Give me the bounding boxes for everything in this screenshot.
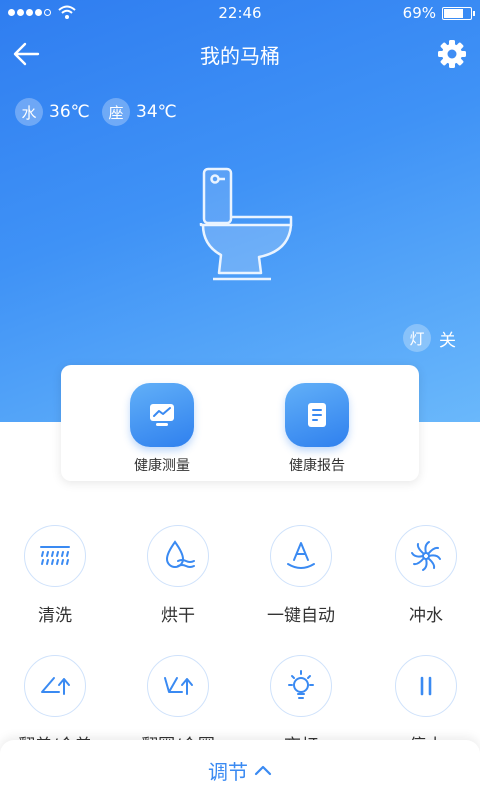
seat-ring-icon: [147, 655, 209, 717]
battery-icon: [442, 7, 475, 20]
light-state: 关: [439, 330, 456, 351]
seat-temp-badge: 座: [102, 98, 130, 126]
dry-icon: [147, 525, 209, 587]
wash-button[interactable]: 清洗: [5, 525, 105, 626]
dry-label: 烘干: [161, 606, 195, 626]
wash-label: 清洗: [38, 606, 72, 626]
shower-icon: [24, 525, 86, 587]
seat-temp: 座 34℃: [102, 98, 177, 126]
monitor-chart-icon: [130, 383, 194, 447]
seat-temp-value: 34℃: [136, 102, 177, 122]
water-temp: 水 36℃: [15, 98, 90, 126]
light-status[interactable]: 灯 关: [403, 324, 456, 352]
gear-icon[interactable]: [436, 38, 468, 70]
auto-label: 一键自动: [267, 606, 335, 626]
health-measure-label: 健康测量: [134, 458, 190, 474]
flush-label: 冲水: [409, 606, 443, 626]
toilet-illustration-icon: [199, 167, 293, 281]
auto-icon: [270, 525, 332, 587]
flush-icon: [395, 525, 457, 587]
flush-button[interactable]: 冲水: [376, 525, 476, 626]
health-report-button[interactable]: 健康报告: [262, 383, 372, 475]
lid-icon: [24, 655, 86, 717]
battery-percent: 69%: [402, 4, 436, 22]
status-bar: 22:46 69%: [0, 0, 480, 26]
health-report-label: 健康报告: [289, 458, 345, 474]
chevron-up-icon: [254, 765, 272, 776]
dry-button[interactable]: 烘干: [128, 525, 228, 626]
adjust-bar[interactable]: 调节: [0, 740, 480, 800]
adjust-label: 调节: [208, 759, 248, 784]
light-badge: 灯: [403, 324, 431, 352]
page-title: 我的马桶: [200, 44, 280, 68]
bulb-icon: [270, 655, 332, 717]
health-card: 健康测量 健康报告: [61, 365, 419, 481]
report-document-icon: [285, 383, 349, 447]
health-measure-button[interactable]: 健康测量: [107, 383, 217, 475]
water-temp-value: 36℃: [49, 102, 90, 122]
auto-button[interactable]: 一键自动: [251, 525, 351, 626]
pause-icon: [395, 655, 457, 717]
water-temp-badge: 水: [15, 98, 43, 126]
